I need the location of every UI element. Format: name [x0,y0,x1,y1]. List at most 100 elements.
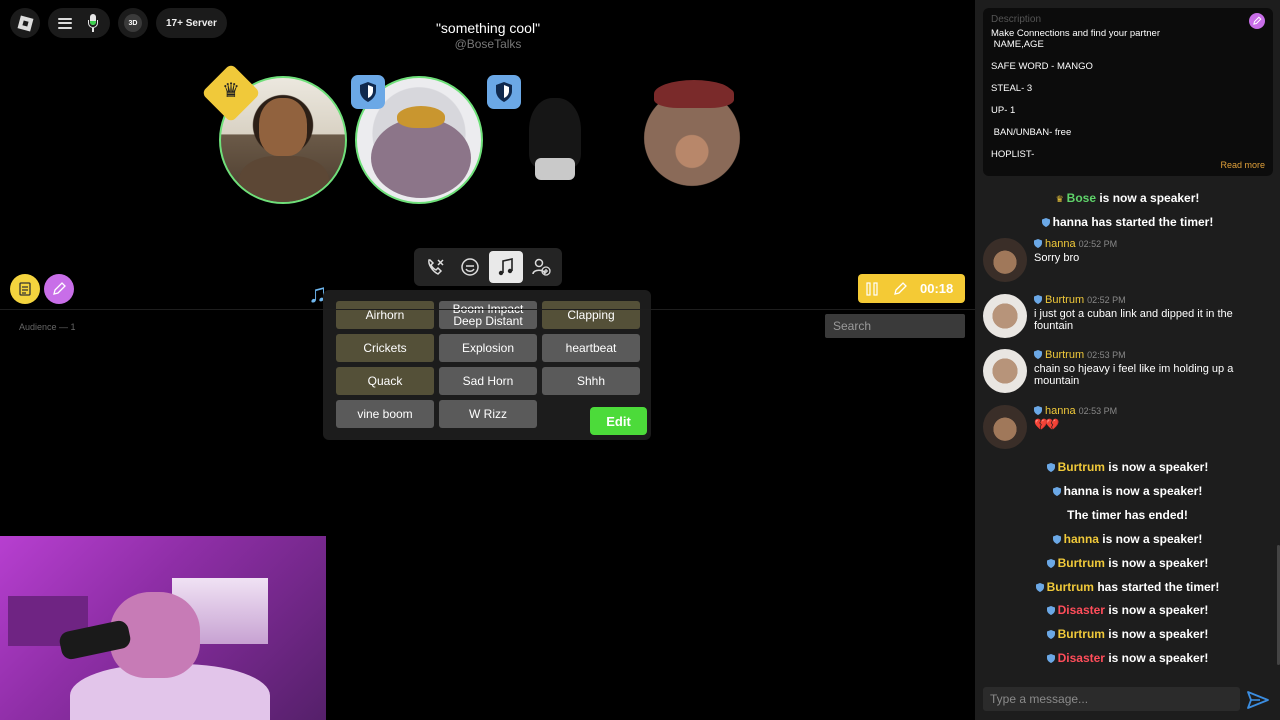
top-bar: 3D 17+ Server [10,8,227,38]
moderator-shield-icon [1034,295,1042,304]
edit-stage-button[interactable] [44,274,74,304]
3d-toggle-button[interactable]: 3D [118,8,148,38]
sound-button-crickets[interactable]: Crickets [336,334,434,362]
avatar[interactable] [983,405,1027,449]
moderator-shield-icon [1041,218,1050,227]
sound-button-w-rizz[interactable]: W Rizz [439,400,537,428]
chat-username[interactable]: hanna [1064,484,1099,498]
read-more-link[interactable]: Read more [1220,160,1265,170]
add-user-icon [532,258,551,276]
avatar[interactable] [983,349,1027,393]
stage-timer: 00:18 [858,274,965,303]
message-text: chain so hjeavy i feel like im holding u… [1034,363,1234,387]
system-text: is now a speaker! [1104,460,1209,474]
system-message: hanna is now a speaker! [975,484,1280,498]
system-text: is now a speaker! [1096,191,1200,205]
edit-soundboard-button[interactable]: Edit [590,407,647,435]
moderator-shield-icon [1052,487,1061,496]
sound-button-shhh[interactable]: Shhh [542,367,640,395]
sound-button-quack[interactable]: Quack [336,367,434,395]
timer-value: 00:18 [920,281,954,296]
system-text: is now a speaker! [1104,651,1209,665]
divider [0,309,975,310]
phone-x-icon [427,259,444,275]
chat-username[interactable]: Burtrum [1058,556,1105,570]
edit-description-button[interactable] [1249,13,1265,29]
chat-username[interactable]: hanna [1045,238,1076,250]
moderator-shield-icon [1046,630,1055,639]
description-line [991,94,1265,105]
description-line: BAN/UNBAN- free [991,127,1072,138]
moderator-shield-icon [351,75,385,109]
pencil-icon[interactable] [892,281,908,297]
roblox-menu-button[interactable] [10,8,40,38]
moderator-shield-icon [1052,535,1061,544]
message-header: hanna 02:53 PM [1034,405,1117,417]
sound-button-clapping[interactable]: Clapping [542,301,640,329]
chat-username[interactable]: Disaster [1058,603,1105,617]
moderator-shield-icon [1035,583,1044,592]
system-message: Burtrum has started the timer! [975,580,1280,594]
message-input[interactable] [983,687,1240,711]
sound-button-boom-impact[interactable]: Boom Impact Deep Distant [439,301,537,329]
avatar[interactable] [983,238,1027,282]
moderator-shield-icon [1046,606,1055,615]
sound-button-airhorn[interactable]: Airhorn [336,301,434,329]
notes-button[interactable] [10,274,40,304]
moderator-shield-icon [1046,463,1055,472]
system-message: Disaster is now a speaker! [975,651,1280,665]
chat-username[interactable]: hanna [1053,215,1088,229]
hamburger-menu-icon[interactable] [58,17,72,29]
chat-username[interactable]: Bose [1067,191,1096,205]
description-line: SAFE WORD - MANGO [991,61,1093,72]
soundboard-button[interactable] [489,251,523,283]
music-note-icon [498,258,513,276]
invite-speaker-button[interactable] [525,251,559,283]
crown-icon: ♛ [1055,194,1064,204]
send-button[interactable] [1245,688,1271,712]
system-text: is now a speaker! [1104,603,1209,617]
chat-username[interactable]: hanna [1045,405,1076,417]
message-time: 02:53 PM [1078,406,1118,416]
message-header: Burtrum 02:53 PM [1034,349,1126,361]
message-time: 02:52 PM [1087,295,1126,305]
stage-controls [414,248,562,286]
avatar[interactable] [983,294,1027,338]
description-line [991,138,1265,149]
search-input[interactable] [825,314,965,338]
chat-username[interactable]: Burtrum [1045,349,1084,361]
system-text: has started the timer! [1093,580,1220,594]
leave-stage-button[interactable] [418,251,452,283]
system-message: Burtrum is now a speaker! [975,556,1280,570]
microphone-icon[interactable] [86,14,100,32]
notes-icon [19,282,31,296]
description-line: NAME,AGE [991,39,1044,50]
pause-icon[interactable] [864,281,880,297]
chat-username[interactable]: Burtrum [1058,627,1105,641]
description-label: Description [991,14,1042,25]
stage-header: "something cool" @BoseTalks [388,20,588,51]
system-text: is now a speaker! [1098,532,1203,546]
sound-button-vine-boom[interactable]: vine boom [336,400,434,428]
emote-button[interactable] [454,251,488,283]
stage-host: @BoseTalks [454,37,522,51]
server-label[interactable]: 17+ Server [156,8,227,38]
speaker-avatar-4[interactable] [628,76,756,204]
system-message: Burtrum is now a speaker! [975,460,1280,474]
moderator-shield-icon [1046,559,1055,568]
chat-username[interactable]: Burtrum [1058,460,1105,474]
moderator-shield-icon [487,75,521,109]
message-header: Burtrum 02:52 PM [1034,294,1126,306]
webcam-overlay [0,536,326,720]
message-header: hanna 02:52 PM [1034,238,1117,250]
sound-button-explosion[interactable]: Explosion [439,334,537,362]
chat-username[interactable]: hanna [1064,532,1099,546]
pencil-icon [1253,16,1262,25]
sound-button-sad-horn[interactable]: Sad Horn [439,367,537,395]
system-message: ♛ Bose is now a speaker! [975,191,1280,205]
chat-username[interactable]: Disaster [1058,651,1105,665]
chat-username[interactable]: Burtrum [1047,580,1094,594]
sound-button-heartbeat[interactable]: heartbeat [542,334,640,362]
chat-username[interactable]: Burtrum [1045,294,1084,306]
crown-icon: ♛ [222,80,240,102]
